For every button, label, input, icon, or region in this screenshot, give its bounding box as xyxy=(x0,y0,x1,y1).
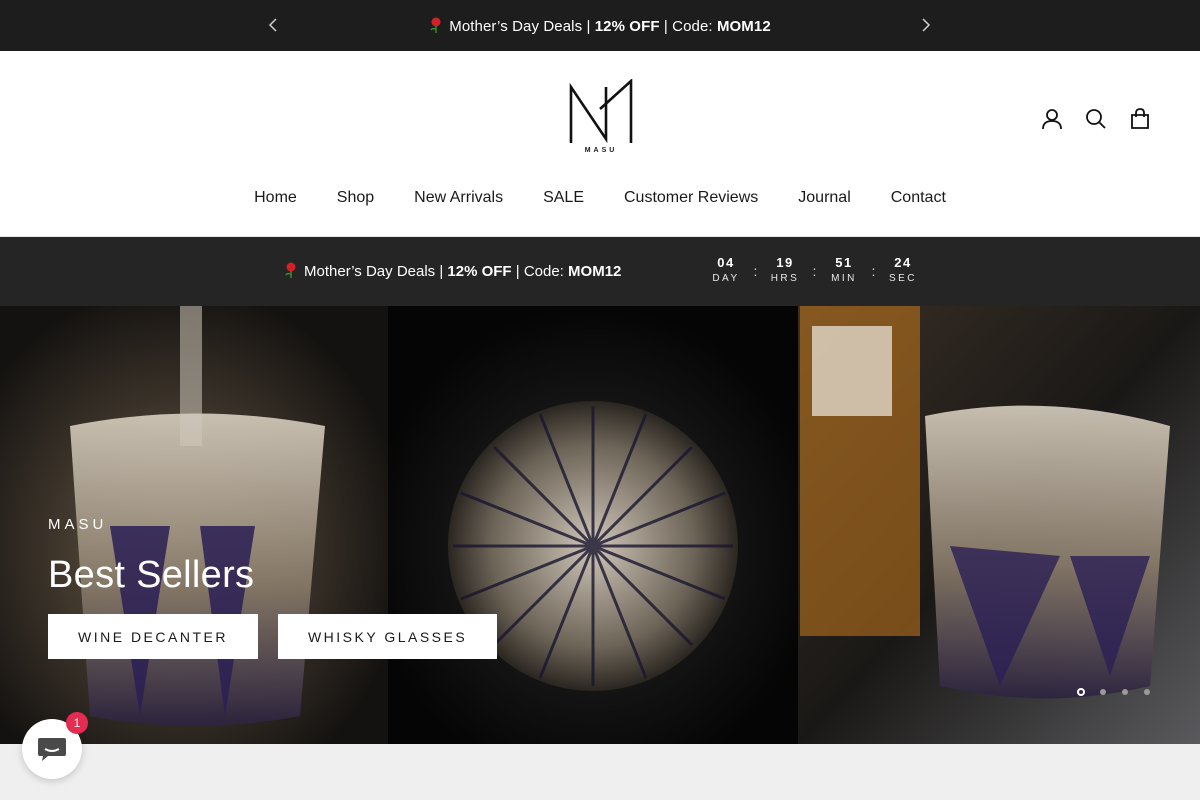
chevron-right-icon xyxy=(922,18,931,32)
timer-separator: : xyxy=(753,263,758,279)
announcement-prefix: Mother’s Day Deals | xyxy=(449,17,595,35)
timer-days-label: DAY xyxy=(712,273,740,284)
announcement-code-label: | Code: xyxy=(659,17,717,35)
announcement-text[interactable]: Mother’s Day Deals | 12% OFF | Code: MOM… xyxy=(429,17,771,35)
timer-minutes-label: MIN xyxy=(831,273,857,284)
countdown-code: MOM12 xyxy=(568,263,622,280)
search-button[interactable] xyxy=(1084,107,1108,131)
timer-days: 04 DAY xyxy=(703,254,749,284)
nav-journal[interactable]: Journal xyxy=(798,189,850,207)
timer-seconds-value: 24 xyxy=(894,255,912,270)
rose-icon xyxy=(430,17,441,33)
slide-dot-4[interactable] xyxy=(1144,689,1150,695)
timer-separator: : xyxy=(871,263,876,279)
countdown-prefix: Mother’s Day Deals | xyxy=(304,263,448,280)
chevron-left-icon xyxy=(268,18,277,32)
timer-minutes-value: 51 xyxy=(835,255,853,270)
brand-logo[interactable]: MASU xyxy=(566,78,636,159)
timer-days-value: 04 xyxy=(717,255,735,270)
search-icon xyxy=(1086,109,1106,129)
slide-dot-3[interactable] xyxy=(1122,689,1128,695)
timer-minutes: 51 MIN xyxy=(821,254,867,284)
countdown-promo-text: Mother’s Day Deals | 12% OFF | Code: MOM… xyxy=(284,262,621,280)
slide-dot-1[interactable] xyxy=(1077,688,1085,696)
cart-button[interactable] xyxy=(1128,107,1152,131)
timer-seconds: 24 SEC xyxy=(880,254,926,284)
timer-hours: 19 HRS xyxy=(762,254,808,284)
nav-customer-reviews[interactable]: Customer Reviews xyxy=(624,189,758,207)
hero-content: MASU Best Sellers WINE DECANTER WHISKY G… xyxy=(48,516,498,659)
announcement-next-button[interactable] xyxy=(914,13,938,37)
nav-shop[interactable]: Shop xyxy=(337,189,374,207)
countdown-timer: 04 DAY : 19 HRS : 51 MIN : 24 SEC xyxy=(703,254,926,284)
main-nav: Home Shop New Arrivals SALE Customer Rev… xyxy=(0,189,1200,207)
announcement-discount: 12% OFF xyxy=(594,17,660,35)
chat-notification-badge: 1 xyxy=(66,712,88,734)
countdown-code-label: | Code: xyxy=(511,263,569,280)
next-section-background xyxy=(0,744,1200,800)
wine-decanter-button[interactable]: WINE DECANTER xyxy=(48,614,258,659)
countdown-discount: 12% OFF xyxy=(447,263,512,280)
timer-hours-label: HRS xyxy=(770,273,800,284)
whisky-glasses-button[interactable]: WHISKY GLASSES xyxy=(277,614,498,659)
hero-slideshow: MASU Best Sellers WINE DECANTER WHISKY G… xyxy=(0,306,1200,744)
announcement-prev-button[interactable] xyxy=(261,13,285,37)
cart-icon xyxy=(1131,108,1149,129)
logo-wordmark: MASU xyxy=(584,147,618,154)
hero-subheading: MASU xyxy=(48,516,108,533)
announcement-code: MOM12 xyxy=(716,17,771,35)
chat-icon xyxy=(38,738,66,761)
site-header: MASU Home Shop New Arrivals SALE Custome… xyxy=(0,51,1200,237)
timer-hours-value: 19 xyxy=(776,255,794,270)
rose-icon xyxy=(285,262,296,278)
countdown-bar: Mother’s Day Deals | 12% OFF | Code: MOM… xyxy=(0,237,1200,306)
nav-home[interactable]: Home xyxy=(254,189,297,207)
nav-new-arrivals[interactable]: New Arrivals xyxy=(414,189,503,207)
header-icons xyxy=(1040,107,1152,131)
masu-logo-mark xyxy=(569,78,633,144)
announcement-bar: Mother’s Day Deals | 12% OFF | Code: MOM… xyxy=(0,0,1200,51)
nav-contact[interactable]: Contact xyxy=(891,189,946,207)
hero-title: Best Sellers xyxy=(48,554,255,596)
slideshow-dots xyxy=(1077,688,1151,696)
slide-dot-2[interactable] xyxy=(1100,689,1106,695)
timer-seconds-label: SEC xyxy=(888,273,918,284)
account-icon xyxy=(1042,109,1062,130)
timer-separator: : xyxy=(812,263,817,279)
hero-buttons: WINE DECANTER WHISKY GLASSES xyxy=(48,614,498,659)
account-button[interactable] xyxy=(1040,107,1064,131)
nav-sale[interactable]: SALE xyxy=(543,189,584,207)
